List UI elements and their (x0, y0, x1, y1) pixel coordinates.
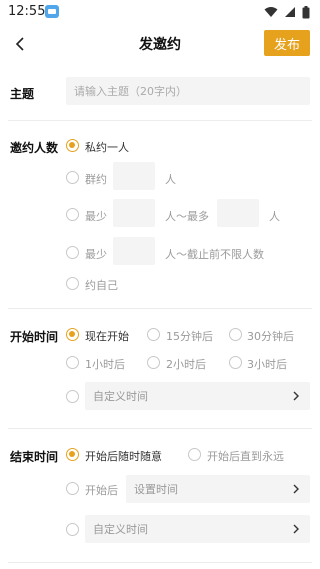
radio-start-30min[interactable] (229, 328, 242, 341)
topic-input[interactable]: 请输入主题（20字内） (66, 77, 310, 105)
radio-self[interactable] (66, 277, 79, 290)
max-count-input[interactable] (217, 199, 259, 227)
radio-start-custom[interactable] (66, 390, 79, 403)
end-set-time-label: 设置时间 (134, 483, 178, 496)
publish-button[interactable]: 发布 (264, 30, 310, 56)
option-private-label: 私约一人 (85, 141, 129, 154)
app-notification-icon (45, 5, 59, 18)
end-time-label: 结束时间 (10, 450, 59, 464)
start-custom-time-select[interactable]: 自定义时间 (85, 382, 310, 410)
min-deadline-input[interactable] (113, 237, 155, 265)
topic-label: 主题 (10, 87, 35, 101)
radio-min-deadline[interactable] (66, 246, 79, 259)
option-3h-label: 3小时后 (247, 358, 287, 371)
status-icons (264, 5, 310, 19)
divider (8, 428, 312, 429)
radio-end-anytime[interactable] (66, 448, 79, 461)
nav-bar: 发邀约 发布 (0, 24, 320, 64)
invite-count-label: 邀约人数 (10, 141, 59, 155)
range-max-label: 人～最多 (165, 210, 209, 223)
option-15min-label: 15分钟后 (166, 330, 213, 343)
end-custom-time-select[interactable]: 自定义时间 (85, 515, 310, 543)
signal-icon (285, 7, 295, 17)
radio-start-1h[interactable] (66, 356, 79, 369)
radio-start-15min[interactable] (147, 328, 160, 341)
radio-min-max[interactable] (66, 208, 79, 221)
group-count-input[interactable] (113, 162, 155, 190)
radio-start-now[interactable] (66, 328, 79, 341)
start-time-label: 开始时间 (10, 330, 59, 344)
option-start-now-label: 现在开始 (85, 330, 129, 343)
radio-start-3h[interactable] (229, 356, 242, 369)
radio-group[interactable] (66, 171, 79, 184)
range-deadline-label: 人～截止前不限人数 (165, 248, 264, 261)
end-custom-time-label: 自定义时间 (93, 523, 148, 536)
radio-private[interactable] (66, 139, 79, 152)
radio-end-forever[interactable] (188, 448, 201, 461)
option-1h-label: 1小时后 (85, 358, 125, 371)
max-person-unit: 人 (269, 210, 280, 223)
min-count-input[interactable] (113, 199, 155, 227)
group-person-unit: 人 (165, 173, 176, 186)
status-time: 12:55 (8, 4, 46, 19)
status-bar: 12:55 (0, 0, 320, 24)
min-label-2: 最少 (85, 248, 107, 261)
radio-end-custom[interactable] (66, 523, 79, 536)
divider (8, 120, 312, 121)
chevron-right-icon (293, 391, 299, 401)
divider (8, 308, 312, 309)
wifi-icon (264, 7, 278, 17)
radio-start-2h[interactable] (147, 356, 160, 369)
radio-end-after[interactable] (66, 482, 79, 495)
battery-icon (302, 5, 310, 18)
min-label: 最少 (85, 210, 107, 223)
option-end-anytime-label: 开始后随时随意 (85, 450, 162, 463)
divider (8, 562, 312, 563)
option-end-after-label: 开始后 (85, 484, 118, 497)
option-group-label: 群约 (85, 173, 107, 186)
start-custom-time-label: 自定义时间 (93, 390, 148, 403)
end-set-time-select[interactable]: 设置时间 (126, 475, 310, 503)
chevron-right-icon (293, 484, 299, 494)
chevron-right-icon (293, 524, 299, 534)
option-self-label: 约自己 (85, 279, 118, 292)
option-30min-label: 30分钟后 (247, 330, 294, 343)
option-2h-label: 2小时后 (166, 358, 206, 371)
topic-placeholder: 请输入主题（20字内） (74, 85, 187, 98)
option-end-forever-label: 开始后直到永远 (207, 450, 284, 463)
